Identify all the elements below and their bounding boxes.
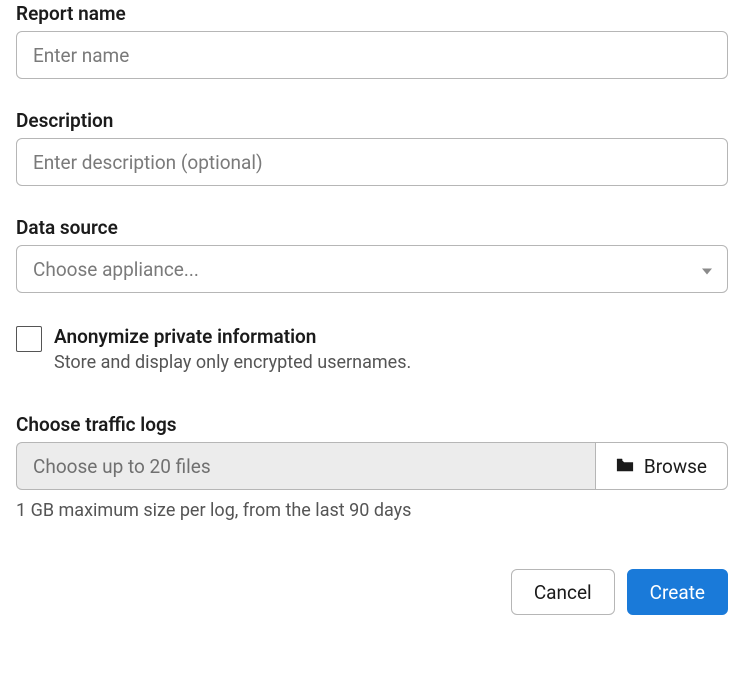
data-source-placeholder: Choose appliance... xyxy=(33,258,199,281)
data-source-select[interactable]: Choose appliance... xyxy=(16,245,728,293)
anonymize-text: Anonymize private information Store and … xyxy=(54,325,411,373)
report-form: Report name Description Data source Choo… xyxy=(0,0,746,615)
report-name-field: Report name xyxy=(16,2,728,79)
traffic-logs-hint: 1 GB maximum size per log, from the last… xyxy=(16,500,728,521)
cancel-button[interactable]: Cancel xyxy=(511,569,615,615)
folder-icon xyxy=(616,455,634,478)
report-name-input[interactable] xyxy=(16,31,728,79)
anonymize-label: Anonymize private information xyxy=(54,325,411,348)
traffic-logs-label: Choose traffic logs xyxy=(16,413,728,436)
anonymize-row: Anonymize private information Store and … xyxy=(16,325,728,373)
description-label: Description xyxy=(16,109,728,132)
description-input[interactable] xyxy=(16,138,728,186)
anonymize-help: Store and display only encrypted usernam… xyxy=(54,352,411,373)
file-picker-row: Choose up to 20 files Browse xyxy=(16,442,728,490)
anonymize-checkbox[interactable] xyxy=(16,326,42,352)
browse-button[interactable]: Browse xyxy=(595,442,728,490)
report-name-label: Report name xyxy=(16,2,728,25)
browse-button-label: Browse xyxy=(644,455,707,478)
form-footer: Cancel Create xyxy=(16,569,728,615)
create-button[interactable]: Create xyxy=(627,569,728,615)
file-picker-placeholder: Choose up to 20 files xyxy=(33,455,211,478)
data-source-label: Data source xyxy=(16,216,728,239)
description-field: Description xyxy=(16,109,728,186)
data-source-select-wrap: Choose appliance... xyxy=(16,245,728,293)
data-source-field: Data source Choose appliance... xyxy=(16,216,728,293)
traffic-logs-field: Choose traffic logs Choose up to 20 file… xyxy=(16,413,728,521)
file-picker-display: Choose up to 20 files xyxy=(16,442,595,490)
